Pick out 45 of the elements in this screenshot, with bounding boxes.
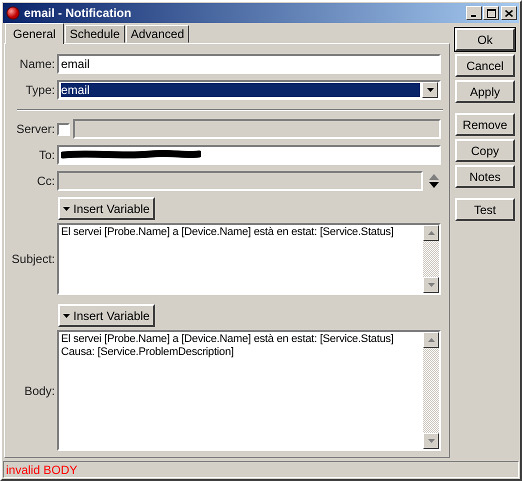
maximize-button[interactable] (483, 6, 499, 20)
spinner-icon (427, 173, 441, 189)
scrollbar[interactable] (423, 225, 439, 293)
dialog-button[interactable]: Remove (455, 113, 515, 136)
tab[interactable]: Advanced (126, 25, 190, 43)
dialog-button[interactable]: Apply (455, 80, 515, 103)
app-icon (6, 6, 20, 20)
scroll-up-icon (428, 231, 434, 235)
subject-text-area[interactable]: El servei [Probe.Name] a [Device.Name] està en estat: [Service.Status] (57, 223, 441, 295)
field-label: Cc: (36, 174, 56, 188)
text-line: El servei [Probe.Name] a [Device.Name] està en estat: [Service.Status] (61, 226, 395, 239)
text-line: Causa: [Service.ProblemDescription] (61, 346, 235, 359)
tab[interactable]: Schedule (64, 25, 125, 43)
maximize-icon (486, 8, 496, 18)
dialog-button[interactable]: Ok (455, 28, 515, 51)
scroll-up-icon (428, 338, 434, 342)
name-field[interactable]: email (57, 54, 441, 74)
dialog-button[interactable]: Notes (455, 165, 515, 188)
field-label: To: (38, 148, 56, 162)
window-title: email - Notification (24, 6, 132, 20)
tab[interactable]: General (5, 23, 64, 44)
close-icon (505, 10, 513, 16)
status-message: invalid BODY (3, 461, 519, 478)
dialog-button[interactable]: Copy (455, 139, 515, 162)
to-field[interactable] (57, 145, 441, 165)
dropdown-arrow-icon (63, 314, 70, 318)
type-dropdown[interactable]: email (57, 80, 441, 100)
text-line: El servei [Probe.Name] a [Device.Name] està en estat: [Service.Status] (61, 333, 395, 346)
field-label: Subject: (10, 252, 56, 266)
dropdown-arrow-icon (63, 206, 70, 210)
dropdown-arrow-icon (426, 88, 434, 92)
body-text-area[interactable]: El servei [Probe.Name] a [Device.Name] està en estat: [Service.Status] Causa: [Service.ProblemDescription] (57, 330, 441, 451)
minimize-button[interactable] (466, 6, 482, 20)
scroll-down-icon (428, 283, 434, 287)
field-label: Type: (24, 83, 56, 97)
scrollbar[interactable] (423, 332, 439, 449)
insert-variable-button[interactable]: Insert Variable (58, 197, 155, 220)
field-label: Body: (23, 384, 56, 398)
dialog-button[interactable]: Cancel (455, 54, 515, 77)
close-button[interactable] (501, 6, 517, 20)
insert-variable-button[interactable]: Insert Variable (58, 304, 155, 327)
scroll-down-icon (428, 439, 434, 443)
dialog-button[interactable]: Test (455, 198, 515, 221)
field-label: Name: (18, 57, 56, 71)
field-label: Server: (15, 122, 56, 136)
